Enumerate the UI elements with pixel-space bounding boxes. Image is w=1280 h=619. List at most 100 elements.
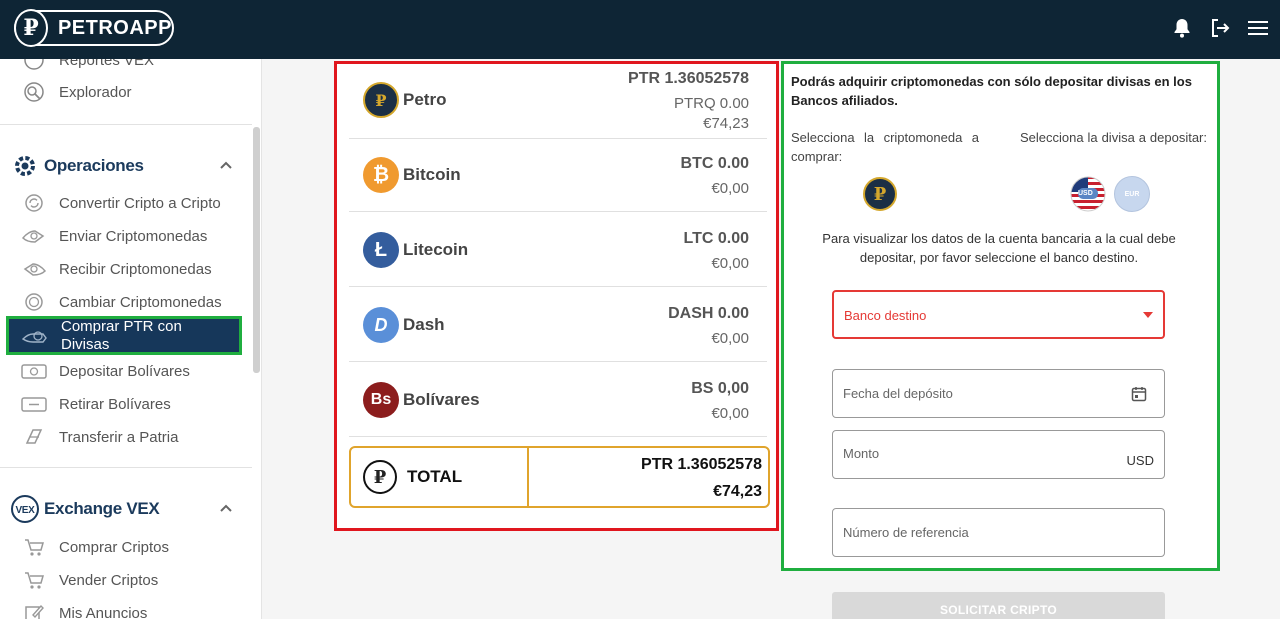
vex-icon: VEX — [10, 494, 40, 524]
total-box: ₽ TOTAL PTR 1.36052578 €74,23 — [349, 446, 770, 508]
bank-select[interactable]: Banco destino — [832, 290, 1165, 339]
explorer-icon — [20, 81, 48, 103]
balance-amount: PTR 1.36052578 — [628, 70, 749, 87]
balance-amount: LTC 0.00 — [683, 230, 750, 247]
form-heading: Podrás adquirir criptomonedas con sólo d… — [791, 74, 1192, 108]
balance-name: Bitcoin — [403, 165, 461, 184]
cart-icon — [20, 536, 48, 558]
usd-option-label: USD — [1078, 190, 1093, 197]
sidebar-item-label: Vender Criptos — [59, 571, 159, 589]
total-label-cell: ₽ TOTAL — [351, 448, 529, 506]
bell-icon[interactable] — [1172, 17, 1192, 39]
sidebar-item-label: Depositar Bolívares — [59, 362, 190, 380]
menu-icon[interactable] — [1248, 17, 1268, 39]
brand-name: PETROAPP — [57, 16, 172, 39]
balance-eur: €0,00 — [711, 405, 749, 422]
sidebar-item-transferir[interactable]: Transferir a Patria — [20, 425, 178, 449]
sidebar-item-enviar[interactable]: Enviar Criptomonedas — [20, 224, 207, 248]
report-icon — [20, 59, 48, 71]
sidebar-item-label: Retirar Bolívares — [59, 395, 171, 413]
petro-coin-icon: ₽ — [363, 82, 399, 118]
sidebar-item-convertir[interactable]: Convertir Cripto a Cripto — [20, 191, 221, 215]
gear-icon — [10, 151, 40, 181]
amount-placeholder: Monto — [843, 446, 880, 461]
exchange-coin-icon — [20, 291, 48, 313]
buy-ptr-icon — [21, 325, 49, 347]
bolivares-icon: Bs — [363, 382, 399, 418]
total-label: TOTAL — [407, 467, 463, 486]
balance-name: Litecoin — [403, 240, 469, 259]
sidebar-item-label: Recibir Criptomonedas — [59, 260, 212, 278]
cart-icon — [20, 569, 48, 591]
petro-total-icon: ₽ — [363, 460, 397, 494]
dash-icon: D — [363, 307, 399, 343]
vex-icon-text: VEX — [15, 505, 35, 516]
sidebar-item-retirar[interactable]: Retirar Bolívares — [20, 392, 171, 416]
sidebar-item-mis-anuncios[interactable]: Mis Anuncios — [20, 601, 147, 619]
sidebar-item-explorador[interactable]: Explorador — [20, 80, 132, 104]
sidebar-divider — [0, 124, 252, 125]
balance-row-petro[interactable]: ₽ Petro PTR 1.36052578 PTRQ 0.00 €74,23 — [349, 64, 767, 139]
balance-amount: BTC 0.00 — [680, 155, 749, 172]
sidebar-scrollbar[interactable] — [253, 127, 260, 373]
litecoin-icon: Ł — [363, 232, 399, 268]
balance-row-dash[interactable]: D Dash DASH 0.00 €0,00 — [349, 287, 767, 362]
balance-sub-ptrq: PTRQ 0.00 — [673, 95, 749, 112]
sidebar: Reportes VEX Explorador Operaciones Conv… — [0, 59, 262, 619]
sidebar-item-depositar[interactable]: Depositar Bolívares — [20, 359, 190, 383]
total-eur: €74,23 — [713, 483, 762, 500]
chevron-up-icon[interactable] — [218, 157, 234, 173]
deposit-icon — [20, 360, 48, 382]
total-ptr: PTR 1.36052578 — [641, 456, 762, 473]
logout-icon[interactable] — [1210, 17, 1230, 39]
petro-logo-icon: ₽ — [14, 9, 48, 47]
sidebar-section-exchange-vex[interactable]: VEX Exchange VEX — [10, 494, 160, 524]
sidebar-item-comprar-criptos[interactable]: Comprar Criptos — [20, 535, 169, 559]
sidebar-item-comprar-ptr[interactable]: Comprar PTR con Divisas — [6, 316, 242, 355]
sidebar-item-label: Comprar Criptos — [59, 538, 170, 556]
sidebar-item-label: Comprar PTR con Divisas — [61, 317, 182, 353]
withdraw-icon — [20, 393, 48, 415]
bitcoin-icon: ₿ — [363, 157, 399, 193]
purchase-form: Podrás adquirir criptomonedas con sólo d… — [781, 61, 1220, 571]
sidebar-item-vender-criptos[interactable]: Vender Criptos — [20, 568, 158, 592]
amount-field[interactable]: Monto USD — [832, 430, 1165, 479]
sidebar-item-cambiar[interactable]: Cambiar Criptomonedas — [20, 290, 222, 314]
usd-flag-option[interactable]: USD — [1070, 176, 1106, 212]
calendar-icon[interactable] — [1131, 386, 1147, 402]
balance-name: Petro — [403, 90, 447, 109]
sidebar-section-title: Operaciones — [44, 156, 144, 175]
transfer-icon — [20, 426, 48, 448]
sidebar-section-operaciones[interactable]: Operaciones — [10, 151, 144, 181]
sidebar-item-label: Transferir a Patria — [59, 428, 179, 446]
amount-currency-suffix: USD — [1126, 453, 1154, 468]
send-icon — [20, 225, 48, 247]
sidebar-divider — [0, 467, 252, 468]
sidebar-item-label: Explorador — [59, 83, 132, 101]
sidebar-item-recibir[interactable]: Recibir Criptomonedas — [20, 257, 212, 281]
dropdown-arrow-icon — [1143, 312, 1153, 318]
balance-row-bolivares[interactable]: Bs Bolívares BS 0,00 €0,00 — [349, 362, 767, 437]
balance-name: Dash — [403, 315, 445, 334]
balance-amount: DASH 0.00 — [668, 305, 749, 322]
balance-eur: €74,23 — [703, 115, 749, 132]
petro-crypto-option[interactable]: ₽ — [863, 177, 897, 211]
edit-icon — [20, 602, 48, 619]
balance-eur: €0,00 — [711, 255, 749, 272]
balance-row-litecoin[interactable]: Ł Litecoin LTC 0.00 €0,00 — [349, 212, 767, 287]
convert-icon — [20, 192, 48, 214]
sidebar-item-reportes-vex[interactable]: Reportes VEX — [20, 59, 154, 72]
sidebar-section-title: Exchange VEX — [44, 499, 160, 518]
request-crypto-button[interactable]: SOLICITAR CRIPTO — [832, 592, 1165, 619]
deposit-date-field[interactable]: Fecha del depósito — [832, 369, 1165, 418]
eur-option[interactable]: EUR — [1114, 176, 1150, 212]
reference-number-field[interactable]: Número de referencia — [832, 508, 1165, 557]
app-logo[interactable]: ₽ PETROAPP — [14, 9, 174, 47]
balance-eur: €0,00 — [711, 330, 749, 347]
chevron-up-icon[interactable] — [218, 500, 234, 516]
balance-row-bitcoin[interactable]: ₿ Bitcoin BTC 0.00 €0,00 — [349, 137, 767, 212]
select-currency-label: Selecciona la divisa a depositar: — [1020, 130, 1207, 145]
balance-eur: €0,00 — [711, 180, 749, 197]
bank-select-placeholder: Banco destino — [844, 308, 927, 323]
reference-placeholder: Número de referencia — [843, 525, 969, 540]
